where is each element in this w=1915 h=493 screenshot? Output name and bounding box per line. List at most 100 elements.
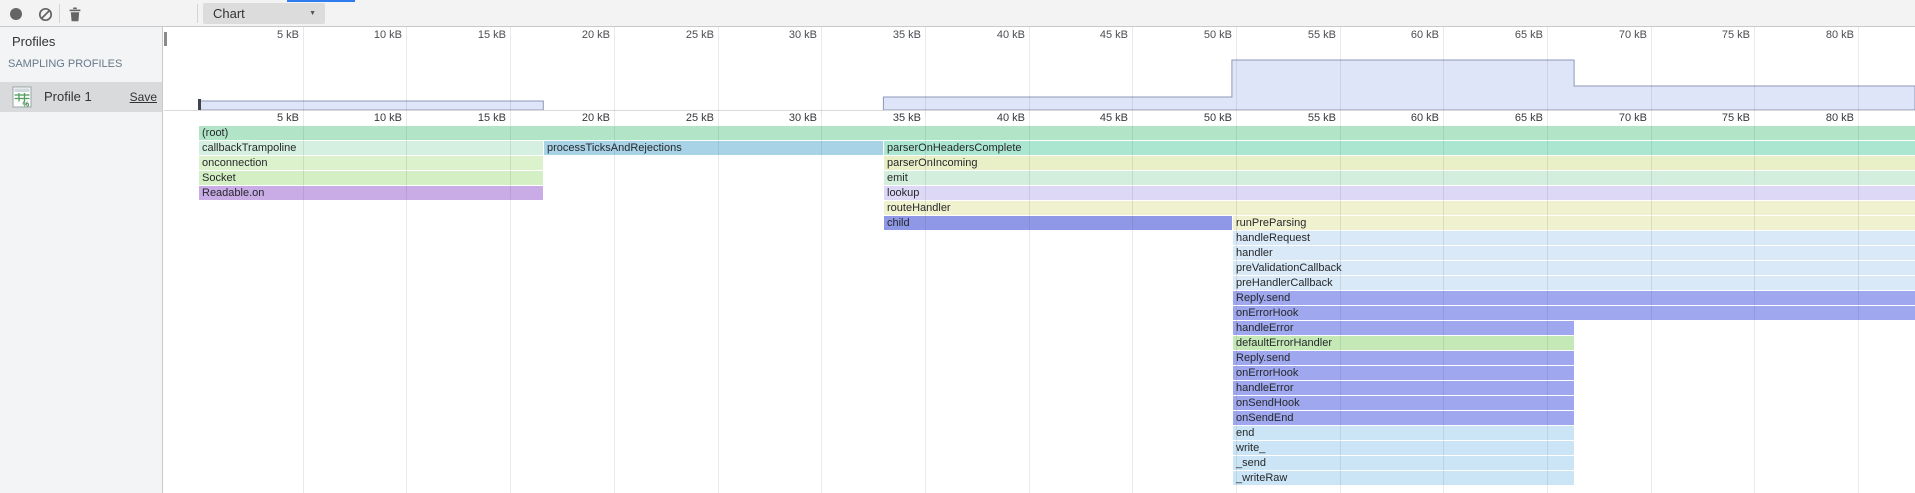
flame-bar[interactable]: parserOnIncoming [884, 156, 1915, 170]
axis-tick-label: 40 kB [969, 29, 1025, 41]
flame-bar[interactable]: handleError [1233, 381, 1574, 395]
flame-bar[interactable]: _writeRaw [1233, 471, 1574, 485]
flame-bar-label: preValidationCallback [1233, 261, 1915, 275]
svg-text:%: % [23, 100, 30, 109]
axis-tick-label: 5 kB [243, 112, 299, 124]
flame-bar-label: child [884, 216, 1232, 230]
flame-bar-label: preHandlerCallback [1233, 276, 1915, 290]
flame-bar[interactable]: child [884, 216, 1232, 230]
flame-bar-label: onSendHook [1233, 396, 1574, 410]
axis-tick-label: 55 kB [1280, 29, 1336, 41]
axis-tick-label: 75 kB [1694, 29, 1750, 41]
overview-selection-handle[interactable] [198, 99, 201, 110]
toolbar-separator [197, 4, 198, 23]
axis-tick-label: 60 kB [1383, 29, 1439, 41]
axis-tick-label: 55 kB [1280, 112, 1336, 124]
flame-bar[interactable]: routeHandler [884, 201, 1915, 215]
axis-tick-label: 20 kB [554, 29, 610, 41]
active-tab-indicator [287, 0, 355, 2]
flame-bar[interactable]: Reply.send [1233, 291, 1915, 305]
record-icon [10, 8, 22, 20]
axis-tick-label: 5 kB [243, 29, 299, 41]
flame-bar-label: runPreParsing [1233, 216, 1915, 230]
flame-bar[interactable]: onErrorHook [1233, 366, 1574, 380]
flame-bar-label: (root) [199, 126, 1915, 140]
flame-bar-label: Reply.send [1233, 351, 1574, 365]
flame-bar[interactable]: handleRequest [1233, 231, 1915, 245]
flame-bar[interactable]: callbackTrampoline [199, 141, 543, 155]
flame-bar[interactable]: Socket [199, 171, 543, 185]
profiles-sidebar: Profiles SAMPLING PROFILES % Profile 1 S… [0, 27, 163, 493]
memory-profiler-panel: Chart ▼ Profiles SAMPLING PROFILES % Pro… [0, 0, 1915, 493]
axis-tick-label: 15 kB [450, 29, 506, 41]
chart-view-dropdown[interactable]: Chart ▼ [203, 3, 325, 24]
axis-tick-label: 25 kB [658, 112, 714, 124]
flame-bar[interactable]: parserOnHeadersComplete [884, 141, 1915, 155]
sampling-profiles-section-label: SAMPLING PROFILES [8, 58, 122, 70]
flame-bar[interactable]: preValidationCallback [1233, 261, 1915, 275]
axis-tick-label: 50 kB [1176, 29, 1232, 41]
flame-bar-label: defaultErrorHandler [1233, 336, 1574, 350]
axis-tick-label: 45 kB [1072, 29, 1128, 41]
flame-bar-label: onErrorHook [1233, 366, 1574, 380]
flame-bar[interactable]: preHandlerCallback [1233, 276, 1915, 290]
axis-tick-label: 60 kB [1383, 112, 1439, 124]
flame-bar-label: lookup [884, 186, 1915, 200]
flame-bar[interactable]: _send [1233, 456, 1574, 470]
flame-bar[interactable]: Reply.send [1233, 351, 1574, 365]
flame-bar[interactable]: Readable.on [199, 186, 543, 200]
axis-tick-label: 80 kB [1798, 112, 1854, 124]
flame-bar[interactable]: defaultErrorHandler [1233, 336, 1574, 350]
flame-bar-label: parserOnHeadersComplete [884, 141, 1915, 155]
axis-tick-label: 70 kB [1591, 29, 1647, 41]
flame-bar-label: handleRequest [1233, 231, 1915, 245]
flame-bar[interactable]: (root) [199, 126, 1915, 140]
flame-bar-label: routeHandler [884, 201, 1915, 215]
axis-tick-label: 20 kB [554, 112, 610, 124]
flame-bar[interactable]: onSendEnd [1233, 411, 1574, 425]
flame-bar[interactable]: emit [884, 171, 1915, 185]
flame-bar-label: Reply.send [1233, 291, 1915, 305]
flame-bar-label: onconnection [199, 156, 543, 170]
trash-icon [68, 7, 82, 22]
axis-tick-label: 30 kB [761, 29, 817, 41]
flame-bar-label: handleError [1233, 381, 1574, 395]
flame-bar-label: callbackTrampoline [199, 141, 543, 155]
record-button[interactable] [7, 5, 25, 23]
flame-bar-label: onErrorHook [1233, 306, 1915, 320]
flame-bar[interactable]: runPreParsing [1233, 216, 1915, 230]
flame-bar-label: Socket [199, 171, 543, 185]
profile-name: Profile 1 [44, 89, 92, 104]
axis-tick-label: 45 kB [1072, 112, 1128, 124]
flame-bar[interactable]: lookup [884, 186, 1915, 200]
axis-tick-label: 40 kB [969, 112, 1025, 124]
vertical-scrollbar-thumb[interactable] [164, 32, 167, 46]
flame-bar[interactable]: write_ [1233, 441, 1574, 455]
toolbar: Chart ▼ [0, 0, 1915, 27]
overview-area-segment [199, 101, 543, 110]
flame-bar-label: processTicksAndRejections [544, 141, 883, 155]
flame-bar[interactable]: onErrorHook [1233, 306, 1915, 320]
overview-baseline [164, 110, 1915, 111]
save-profile-link[interactable]: Save [130, 90, 157, 104]
chart-main-area: (root)callbackTrampolineprocessTicksAndR… [164, 27, 1915, 493]
delete-profile-button[interactable] [66, 5, 84, 23]
axis-tick-label: 35 kB [865, 112, 921, 124]
flame-bar[interactable]: end [1233, 426, 1574, 440]
flame-bar-label: write_ [1233, 441, 1574, 455]
flame-bar[interactable]: processTicksAndRejections [544, 141, 883, 155]
axis-tick-label: 65 kB [1487, 112, 1543, 124]
flame-bar-label: handleError [1233, 321, 1574, 335]
axis-tick-label: 50 kB [1176, 112, 1232, 124]
flame-bar[interactable]: onSendHook [1233, 396, 1574, 410]
flame-bar[interactable]: handler [1233, 246, 1915, 260]
heap-profile-icon: % [12, 86, 32, 113]
axis-tick-label: 25 kB [658, 29, 714, 41]
axis-tick-label: 30 kB [761, 112, 817, 124]
axis-tick-label: 10 kB [346, 112, 402, 124]
axis-tick-label: 70 kB [1591, 112, 1647, 124]
clear-button[interactable] [36, 5, 54, 23]
flame-bar[interactable]: handleError [1233, 321, 1574, 335]
flame-bar[interactable]: onconnection [199, 156, 543, 170]
sidebar-item-profile-1[interactable]: % Profile 1 Save [0, 82, 162, 112]
